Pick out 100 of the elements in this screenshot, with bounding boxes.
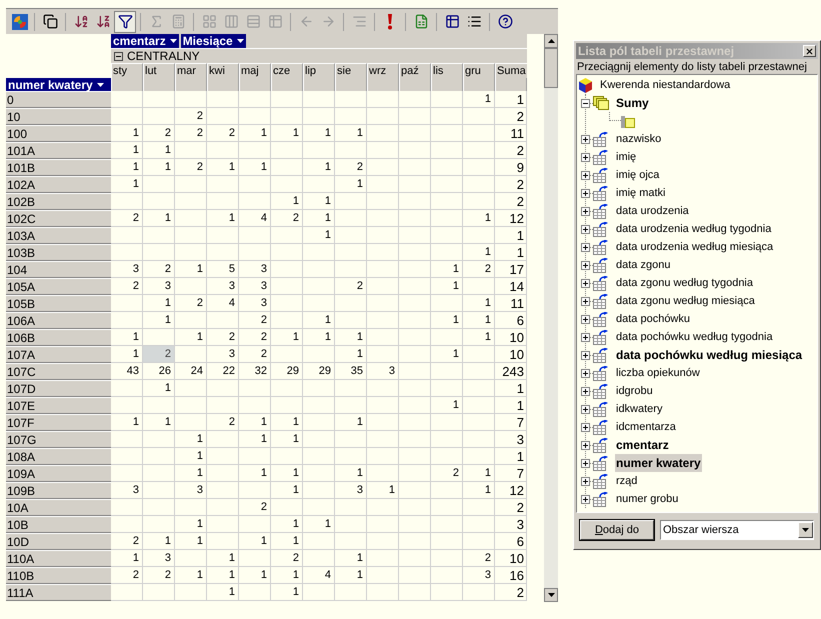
expand-icon[interactable]	[581, 386, 590, 396]
column-header[interactable]: cze	[271, 63, 303, 78]
expand-icon[interactable]	[581, 476, 590, 486]
expand-icon[interactable]	[581, 134, 590, 144]
expand-icon[interactable]	[581, 404, 590, 414]
column-field-button[interactable]: Miesiące	[180, 34, 246, 48]
row-header[interactable]: 104	[6, 261, 111, 278]
row-header[interactable]: 108A	[6, 448, 111, 465]
expand-icon[interactable]	[581, 224, 590, 234]
expand-icon[interactable]	[581, 458, 590, 468]
column-field-button[interactable]: cmentarz	[111, 34, 179, 48]
dropdown-button[interactable]	[798, 522, 813, 538]
column-header[interactable]: wrz	[367, 63, 399, 78]
row-header[interactable]: 10D	[6, 533, 111, 550]
row-header[interactable]: 106B	[6, 329, 111, 346]
row-header[interactable]: 107G	[6, 431, 111, 448]
column-header[interactable]: paź	[399, 63, 431, 78]
row-header[interactable]: 106A	[6, 312, 111, 329]
row-header[interactable]: 103B	[6, 244, 111, 261]
tree-item[interactable]: numer kwatery	[615, 454, 702, 472]
tree-item[interactable]: data urodzenia według tygodnia	[615, 220, 772, 238]
tree-item[interactable]: data urodzenia według miesiąca	[615, 238, 774, 256]
row-header[interactable]: 10B	[6, 516, 111, 533]
tree-item[interactable]: nazwisko	[615, 130, 662, 148]
row-header[interactable]: 100	[6, 125, 111, 142]
row-header[interactable]: 109B	[6, 482, 111, 499]
expand-icon[interactable]	[581, 296, 590, 306]
logo-icon[interactable]	[10, 12, 30, 32]
add-button[interactable]: Dodaj do	[580, 520, 654, 540]
tree-item[interactable]: data pochówku	[615, 310, 691, 328]
area-select[interactable]: Obszar wiersza	[660, 520, 814, 540]
tree-item[interactable]: imię	[615, 148, 638, 166]
tree-item[interactable]: data urodzenia	[615, 202, 690, 220]
row-header[interactable]: 0	[6, 91, 111, 108]
tree-item[interactable]: idgrobu	[615, 382, 654, 400]
row-header[interactable]: 102C	[6, 210, 111, 227]
row-header[interactable]: 101B	[6, 159, 111, 176]
expand-icon[interactable]	[581, 170, 590, 180]
tree-item[interactable]: data pochówku według miesiąca	[615, 346, 804, 364]
expand-icon[interactable]	[581, 188, 590, 198]
filter-icon[interactable]	[114, 10, 136, 32]
expand-icon[interactable]	[581, 278, 590, 288]
row-header[interactable]: 102B	[6, 193, 111, 210]
row-header[interactable]: 107F	[6, 414, 111, 431]
row-header[interactable]: 110A	[6, 550, 111, 567]
expand-icon[interactable]	[581, 314, 590, 324]
column-header[interactable]: gru	[463, 63, 495, 78]
column-header[interactable]: sie	[335, 63, 367, 78]
column-header[interactable]: sty	[111, 63, 143, 78]
row-header[interactable]: 105B	[6, 295, 111, 312]
row-header[interactable]: 107C	[6, 363, 111, 380]
expand-icon[interactable]	[581, 260, 590, 270]
column-header[interactable]: lis	[431, 63, 463, 78]
row-header[interactable]: 107E	[6, 397, 111, 414]
tree-item[interactable]: cmentarz	[615, 436, 670, 454]
tree-item[interactable]: data zgonu według tygodnia	[615, 274, 754, 292]
column-header[interactable]: Suma	[495, 63, 527, 78]
row-header[interactable]: 105A	[6, 278, 111, 295]
tree-item[interactable]: data zgonu	[615, 256, 672, 274]
tree-item[interactable]: imię matki	[615, 184, 667, 202]
tree-item[interactable]: rząd	[615, 472, 638, 490]
tree-item[interactable]: Sumy	[615, 94, 650, 112]
expand-icon[interactable]	[581, 422, 590, 432]
column-header[interactable]: kwi	[207, 63, 239, 78]
column-header[interactable]: maj	[239, 63, 271, 78]
expand-icon[interactable]	[581, 368, 590, 378]
expand-icon[interactable]	[581, 332, 590, 342]
row-header[interactable]: 107A	[6, 346, 111, 363]
collapse-icon[interactable]	[581, 98, 590, 108]
expand-icon[interactable]	[581, 242, 590, 252]
expand-icon[interactable]	[581, 350, 590, 360]
tree-item[interactable]: imię ojca	[615, 166, 660, 184]
row-header[interactable]: 103A	[6, 227, 111, 244]
row-header[interactable]: 111A	[6, 584, 111, 601]
tree-item[interactable]: numer grobu	[615, 490, 680, 508]
row-field-button[interactable]: numer kwatery	[6, 78, 111, 91]
tree-item[interactable]: idcmentarza	[615, 418, 677, 436]
tree-item[interactable]: idkwatery	[615, 400, 664, 418]
collapse-icon[interactable]	[114, 52, 123, 60]
column-header[interactable]: lut	[143, 63, 175, 78]
row-header[interactable]: 10A	[6, 499, 111, 516]
vertical-scrollbar[interactable]	[544, 34, 558, 602]
row-header[interactable]: 107D	[6, 380, 111, 397]
column-header[interactable]: lip	[303, 63, 335, 78]
row-header[interactable]: 110B	[6, 567, 111, 584]
scroll-up-button[interactable]	[544, 34, 558, 48]
column-header[interactable]: mar	[175, 63, 207, 78]
expand-icon[interactable]	[581, 152, 590, 162]
tree-item[interactable]: liczba opiekunów	[615, 364, 701, 382]
row-header[interactable]: 10	[6, 108, 111, 125]
scroll-down-button[interactable]	[544, 588, 558, 602]
expand-icon[interactable]	[581, 206, 590, 216]
expand-icon[interactable]	[581, 440, 590, 450]
row-header[interactable]: 101A	[6, 142, 111, 159]
row-header[interactable]: 102A	[6, 176, 111, 193]
close-button[interactable]	[803, 45, 816, 57]
row-header[interactable]: 109A	[6, 465, 111, 482]
expand-icon[interactable]	[581, 494, 590, 504]
tree-item[interactable]: data zgonu według miesiąca	[615, 292, 756, 310]
scroll-thumb[interactable]	[544, 48, 558, 88]
